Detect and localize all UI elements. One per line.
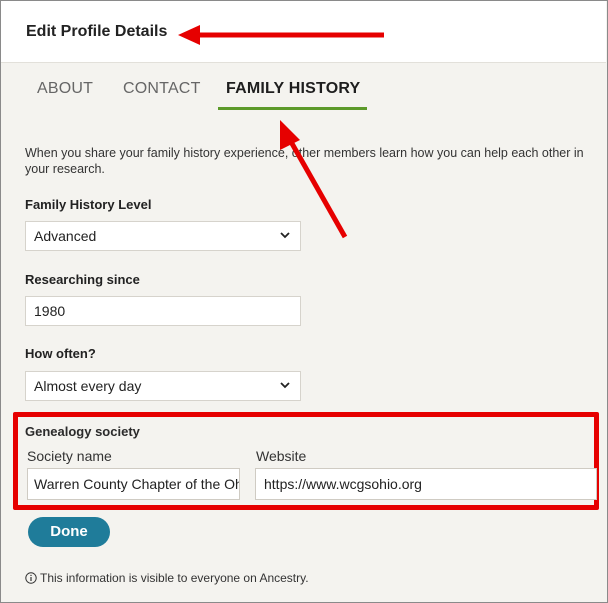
website-label: Website [256, 448, 307, 464]
visibility-note-text: This information is visible to everyone … [40, 571, 309, 585]
genealogy-society-heading: Genealogy society [25, 424, 140, 439]
page-title: Edit Profile Details [26, 23, 168, 40]
website-input[interactable]: https://www.wcgsohio.org [255, 468, 597, 500]
chevron-down-icon [280, 382, 290, 389]
researching-since-input[interactable]: 1980 [25, 296, 301, 326]
society-name-input[interactable]: Warren County Chapter of the Ohio Geneal… [27, 468, 240, 500]
family-history-level-select[interactable]: Advanced [25, 221, 301, 251]
family-history-level-value: Advanced [34, 228, 97, 244]
done-button[interactable]: Done [28, 517, 110, 547]
tab-about[interactable]: ABOUT [37, 80, 93, 98]
active-tab-underline [218, 107, 367, 110]
tab-family-history[interactable]: FAMILY HISTORY [226, 80, 360, 98]
info-icon [25, 572, 37, 584]
researching-since-label: Researching since [25, 272, 140, 287]
tab-contact[interactable]: CONTACT [123, 80, 201, 98]
annotation-arrow-title [178, 25, 384, 45]
society-name-label: Society name [27, 448, 112, 464]
researching-since-value: 1980 [34, 303, 66, 319]
how-often-select[interactable]: Almost every day [25, 371, 301, 401]
how-often-value: Almost every day [34, 378, 142, 394]
how-often-label: How often? [25, 346, 96, 361]
family-history-level-label: Family History Level [25, 197, 152, 212]
visibility-note: This information is visible to everyone … [25, 571, 309, 585]
chevron-down-icon [280, 232, 290, 239]
